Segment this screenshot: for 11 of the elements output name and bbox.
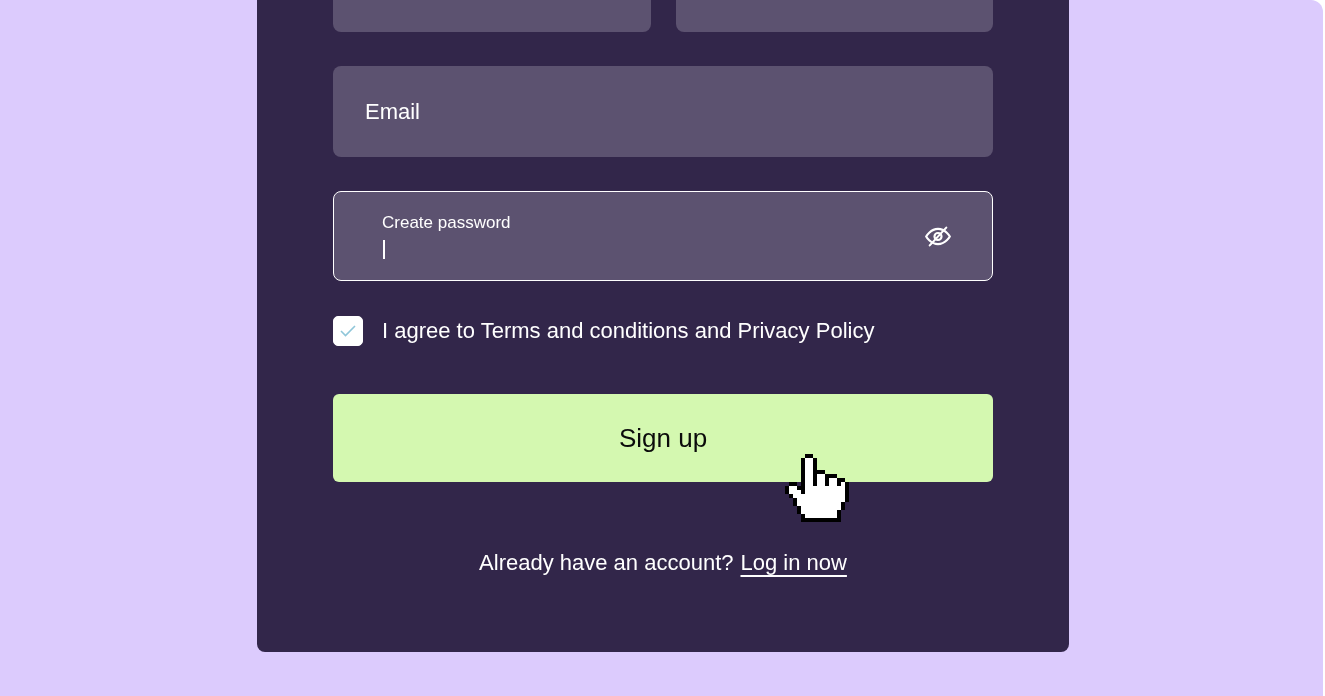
eye-slash-icon[interactable] [925, 225, 951, 247]
check-icon [340, 325, 356, 337]
email-field[interactable]: Email [333, 66, 993, 157]
password-field[interactable]: Create password [333, 191, 993, 281]
footer-text: Already have an account? [479, 549, 734, 577]
text-cursor [383, 239, 385, 259]
login-link[interactable]: Log in now [740, 549, 847, 577]
field-label: Create password [382, 213, 512, 233]
terms-label: I agree to Terms and conditions and Privacy Policy [382, 317, 875, 345]
checkbox[interactable] [333, 316, 363, 346]
signup-button[interactable]: Sign up [333, 394, 993, 482]
